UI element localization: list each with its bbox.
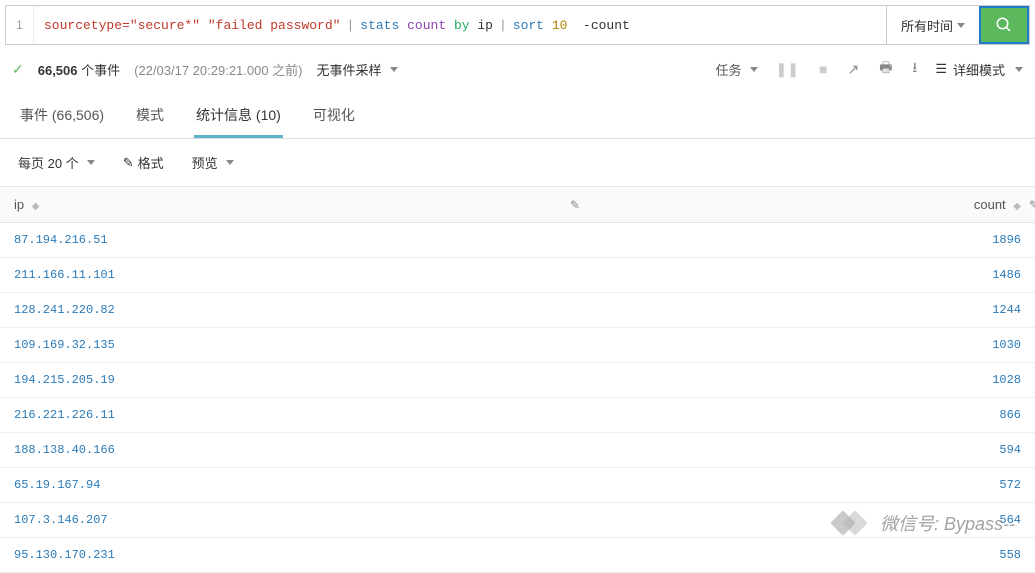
time-range-picker[interactable]: 所有时间: [886, 6, 979, 44]
cell-ip[interactable]: 194.215.205.19: [0, 363, 590, 398]
tab-statistics[interactable]: 统计信息 (10): [194, 95, 283, 138]
search-icon: [995, 16, 1013, 34]
cell-ip[interactable]: 95.130.170.231: [0, 538, 590, 573]
chevron-down-icon: [87, 160, 95, 165]
table-row[interactable]: 128.241.220.821244: [0, 293, 1035, 328]
table-row[interactable]: 95.130.170.231558: [0, 538, 1035, 573]
sampling-dropdown[interactable]: 无事件采样: [317, 60, 398, 79]
time-range-label: 所有时间: [901, 16, 953, 35]
tab-visualization[interactable]: 可视化: [311, 95, 357, 138]
result-tabs: 事件 (66,506) 模式 统计信息 (10) 可视化: [0, 93, 1035, 139]
tab-events[interactable]: 事件 (66,506): [18, 95, 106, 138]
list-icon: ☰: [935, 61, 947, 77]
cell-count[interactable]: 558: [590, 538, 1035, 573]
pencil-icon[interactable]: ✎: [570, 198, 580, 212]
table-row[interactable]: 107.3.146.207564: [0, 503, 1035, 538]
table-row[interactable]: 194.215.205.191028: [0, 363, 1035, 398]
sort-icon: ◆: [1013, 201, 1021, 212]
cell-ip[interactable]: 87.194.216.51: [0, 223, 590, 258]
table-row[interactable]: 216.221.226.11866: [0, 398, 1035, 433]
cell-ip[interactable]: 109.169.32.135: [0, 328, 590, 363]
format-button[interactable]: ✎ 格式: [123, 153, 164, 172]
stop-button[interactable]: ■: [817, 59, 829, 79]
cell-count[interactable]: 564: [590, 503, 1035, 538]
cell-count[interactable]: 1486: [590, 258, 1035, 293]
search-query-input[interactable]: sourcetype="secure*" "failed password" |…: [34, 6, 886, 44]
table-row[interactable]: 65.19.167.94572: [0, 468, 1035, 503]
share-button[interactable]: ↗: [845, 59, 861, 80]
chevron-down-icon: [1015, 67, 1023, 72]
search-timestamp: (22/03/17 20:29:21.000 之前): [134, 60, 302, 79]
status-bar: ✓ 66,506 个事件 (22/03/17 20:29:21.000 之前) …: [0, 45, 1035, 93]
table-row[interactable]: 109.169.32.1351030: [0, 328, 1035, 363]
cell-count[interactable]: 1896: [590, 223, 1035, 258]
line-number: 1: [6, 6, 34, 44]
search-bar: 1 sourcetype="secure*" "failed password"…: [5, 5, 1030, 45]
cell-ip[interactable]: 188.138.40.166: [0, 433, 590, 468]
chevron-down-icon: [226, 160, 234, 165]
column-header-count[interactable]: count ◆ ✎: [590, 187, 1035, 223]
pencil-icon: ✎: [123, 155, 134, 171]
check-icon: ✓: [12, 61, 24, 78]
cell-ip[interactable]: 216.221.226.11: [0, 398, 590, 433]
event-count: 66,506 个事件: [38, 60, 120, 79]
export-button[interactable]: ⭳: [910, 55, 919, 83]
table-row[interactable]: 188.138.40.166594: [0, 433, 1035, 468]
pause-button[interactable]: ❚❚: [774, 59, 801, 80]
chevron-down-icon: [390, 67, 398, 72]
cell-count[interactable]: 1030: [590, 328, 1035, 363]
chevron-down-icon: [957, 23, 965, 28]
preview-dropdown[interactable]: 预览: [192, 153, 234, 172]
search-button[interactable]: [979, 6, 1029, 44]
job-dropdown[interactable]: 任务: [716, 60, 758, 79]
pencil-icon[interactable]: ✎: [1029, 198, 1035, 212]
per-page-dropdown[interactable]: 每页 20 个: [18, 153, 95, 172]
table-toolbar: 每页 20 个 ✎ 格式 预览: [0, 139, 1035, 186]
cell-count[interactable]: 594: [590, 433, 1035, 468]
cell-count[interactable]: 866: [590, 398, 1035, 433]
cell-ip[interactable]: 65.19.167.94: [0, 468, 590, 503]
cell-ip[interactable]: 211.166.11.101: [0, 258, 590, 293]
cell-count[interactable]: 1244: [590, 293, 1035, 328]
column-header-ip[interactable]: ip ◆ ✎: [0, 187, 590, 223]
table-row[interactable]: 211.166.11.1011486: [0, 258, 1035, 293]
sort-icon: ◆: [32, 201, 40, 212]
tab-patterns[interactable]: 模式: [134, 95, 166, 138]
cell-count[interactable]: 1028: [590, 363, 1035, 398]
cell-count[interactable]: 572: [590, 468, 1035, 503]
view-mode-dropdown[interactable]: ☰ 详细模式: [935, 60, 1023, 79]
chevron-down-icon: [750, 67, 758, 72]
cell-ip[interactable]: 128.241.220.82: [0, 293, 590, 328]
results-table: ip ◆ ✎ count ◆ ✎ 87.194.216.511896211.16…: [0, 186, 1035, 573]
table-row[interactable]: 87.194.216.511896: [0, 223, 1035, 258]
print-button[interactable]: 🖶: [877, 55, 894, 83]
cell-ip[interactable]: 107.3.146.207: [0, 503, 590, 538]
